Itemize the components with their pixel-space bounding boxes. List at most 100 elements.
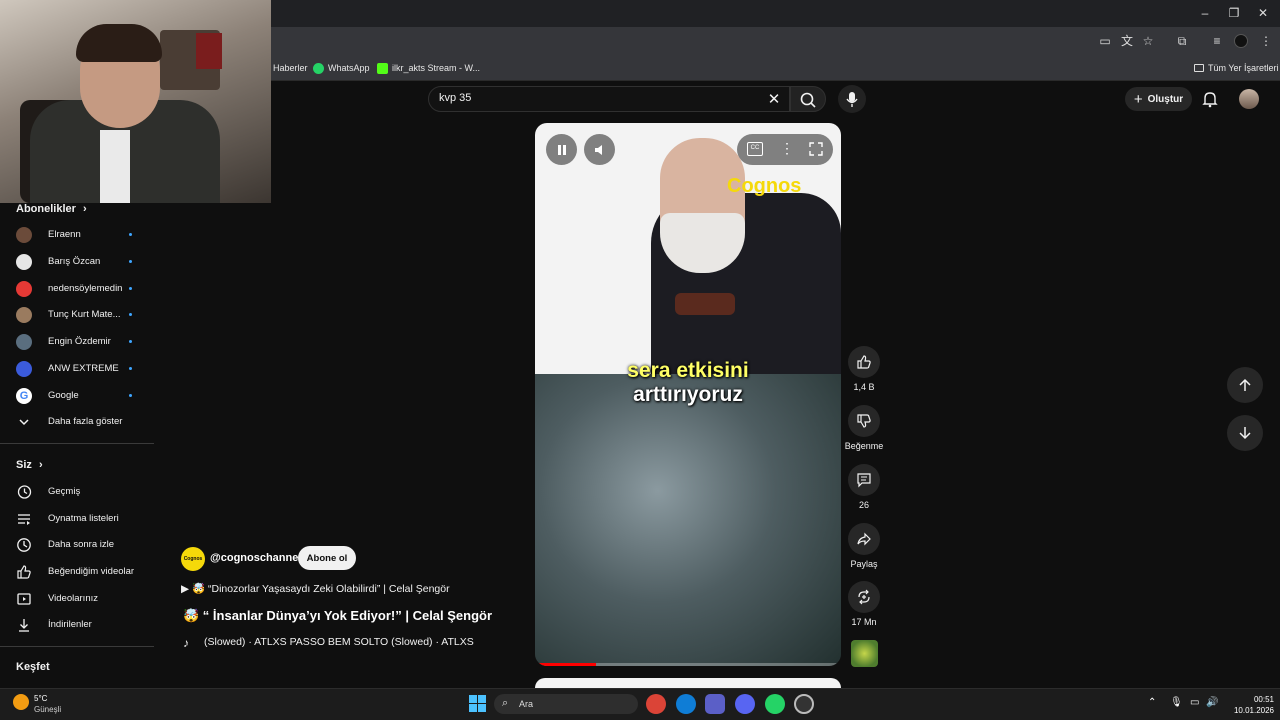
shorts-video-player[interactable]: Cognos CC ⋮ sera etkisini arttırıyoruz bbox=[535, 123, 841, 666]
close-window-icon[interactable]: ✕ bbox=[1256, 6, 1270, 20]
search-button[interactable] bbox=[790, 86, 826, 112]
sidebar-item-history[interactable]: Geçmiş bbox=[0, 480, 154, 504]
system-clock[interactable]: 00:51 10.01.2026 bbox=[1222, 694, 1274, 716]
bookmark-kick[interactable]: ilkr_akts Stream - W... bbox=[377, 61, 480, 75]
search-icon bbox=[800, 92, 816, 108]
translate-icon[interactable]: 文 bbox=[1120, 34, 1134, 48]
audio-thumbnail[interactable] bbox=[851, 640, 878, 667]
tray-chevron-icon[interactable]: ⌃ bbox=[1148, 697, 1156, 708]
video-progress-bar[interactable] bbox=[535, 663, 841, 666]
clear-search-icon[interactable]: ✕ bbox=[766, 90, 782, 108]
restore-icon[interactable]: ❐ bbox=[1227, 6, 1241, 20]
bookmark-haberler[interactable]: Haberler bbox=[273, 61, 308, 75]
profile-icon[interactable] bbox=[1234, 34, 1248, 48]
edge-icon[interactable] bbox=[676, 694, 696, 714]
clock-date: 10.01.2026 bbox=[1233, 706, 1274, 715]
taskbar-search-icon: ⌕ bbox=[502, 697, 509, 709]
sidebar-item-anw-extreme[interactable]: ANW EXTREME bbox=[0, 357, 154, 381]
volume-button[interactable] bbox=[584, 134, 615, 165]
sidebar-item-label: Elraenn bbox=[48, 229, 81, 240]
sidebar-item-label: İndirilenler bbox=[48, 619, 92, 630]
bookmark-label: Haberler bbox=[273, 63, 308, 73]
video-frame-bottom bbox=[535, 374, 841, 666]
create-button[interactable]: + Oluştur bbox=[1125, 87, 1192, 111]
app-icon[interactable] bbox=[794, 694, 814, 714]
thumbs-down-icon bbox=[857, 414, 871, 428]
arrow-down-icon bbox=[1239, 427, 1251, 440]
create-label: Oluştur bbox=[1147, 93, 1184, 105]
share-icon bbox=[857, 532, 871, 546]
teams-icon[interactable] bbox=[705, 694, 725, 714]
like-button[interactable] bbox=[848, 346, 880, 378]
sidebar-item-watch-later[interactable]: Daha sonra izle bbox=[0, 533, 154, 557]
sidebar-item-label: nedensöylemedin bbox=[48, 283, 123, 294]
discord-icon[interactable] bbox=[735, 694, 755, 714]
webcam-overlay bbox=[0, 0, 271, 203]
pause-button[interactable] bbox=[546, 134, 577, 165]
new-content-dot bbox=[129, 394, 132, 397]
sidebar-item-liked-videos[interactable]: Beğendiğim videolar bbox=[0, 560, 154, 584]
windows-start-icon[interactable] bbox=[469, 695, 486, 712]
channel-logo[interactable]: Cognos bbox=[181, 547, 205, 571]
sidebar-item-tunc-kurt[interactable]: Tunç Kurt Mate... bbox=[0, 303, 154, 327]
voice-search-button[interactable] bbox=[838, 85, 866, 113]
share-label: Paylaş bbox=[850, 559, 878, 569]
comment-icon bbox=[857, 473, 871, 488]
sidebar-item-playlists[interactable]: Oynatma listeleri bbox=[0, 507, 154, 531]
search-input[interactable] bbox=[428, 86, 790, 112]
chevron-down-icon bbox=[19, 419, 29, 426]
channel-handle[interactable]: @cognoschannel bbox=[210, 552, 301, 564]
extensions-icon[interactable]: ⧉ bbox=[1175, 34, 1189, 48]
playlist-link[interactable]: ▶ 🤯 “Dinozorlar Yaşasaydı Zeki Olabilird… bbox=[181, 582, 450, 595]
weather-icon[interactable] bbox=[13, 694, 29, 710]
notifications-button[interactable] bbox=[1200, 89, 1220, 109]
bookmark-star-icon[interactable]: ☆ bbox=[1141, 34, 1155, 48]
subscribe-button[interactable]: Abone ol bbox=[298, 546, 356, 570]
you-title: Siz bbox=[16, 459, 32, 471]
speaker-icon[interactable]: 🔊 bbox=[1206, 697, 1218, 708]
all-bookmarks-folder[interactable]: Tüm Yer İşaretleri bbox=[1194, 61, 1279, 75]
new-content-dot bbox=[129, 287, 132, 290]
account-avatar[interactable] bbox=[1239, 89, 1259, 109]
remix-count: 17 Mn bbox=[851, 617, 877, 627]
sidebar-item-downloads[interactable]: İndirilenler bbox=[0, 613, 154, 637]
comments-button[interactable] bbox=[848, 464, 880, 496]
microphone-icon bbox=[846, 92, 858, 107]
sidebar-divider bbox=[0, 646, 154, 647]
chrome-icon[interactable] bbox=[646, 694, 666, 714]
minimize-icon[interactable]: – bbox=[1198, 6, 1212, 20]
captions-icon[interactable]: CC bbox=[747, 142, 763, 156]
previous-short-button[interactable] bbox=[1227, 367, 1263, 403]
more-options-icon[interactable]: ⋮ bbox=[780, 140, 794, 157]
remix-button[interactable] bbox=[848, 581, 880, 613]
sidebar-item-your-videos[interactable]: Videolarınız bbox=[0, 587, 154, 611]
network-icon[interactable]: ▭ bbox=[1190, 697, 1199, 708]
dislike-button[interactable] bbox=[848, 405, 880, 437]
you-heading[interactable]: Siz › bbox=[16, 459, 43, 471]
whatsapp-app-icon[interactable] bbox=[765, 694, 785, 714]
taskbar-search[interactable] bbox=[494, 694, 638, 714]
media-control-icon[interactable]: ≡ bbox=[1210, 34, 1224, 48]
new-content-dot bbox=[129, 340, 132, 343]
sidebar-item-google[interactable]: G Google bbox=[0, 384, 154, 408]
bookmark-whatsapp[interactable]: WhatsApp bbox=[313, 61, 370, 75]
sidebar-item-nedensoylemedin[interactable]: nedensöylemedin bbox=[0, 277, 154, 301]
music-info[interactable]: (Slowed) · ATLXS PASSO BEM SOLTO (Slowed… bbox=[204, 636, 474, 648]
show-more-button[interactable]: Daha fazla göster bbox=[0, 410, 154, 434]
fullscreen-icon[interactable] bbox=[809, 142, 823, 156]
avatar bbox=[16, 281, 32, 297]
next-short-button[interactable] bbox=[1227, 415, 1263, 451]
subscriptions-heading[interactable]: Abonelikler › bbox=[16, 203, 87, 215]
bow-tie bbox=[675, 293, 735, 315]
microphone-tray-icon[interactable]: 🎙 bbox=[1170, 697, 1183, 708]
windows-taskbar bbox=[0, 688, 1280, 720]
cast-icon[interactable]: ▭ bbox=[1098, 34, 1112, 48]
menu-kebab-icon[interactable]: ⋮ bbox=[1259, 34, 1273, 48]
sidebar-item-engin-ozdemir[interactable]: Engin Özdemir bbox=[0, 330, 154, 354]
poster-decor bbox=[196, 33, 222, 69]
sidebar-item-elraenn[interactable]: Elraenn bbox=[0, 223, 154, 247]
arrow-up-icon bbox=[1239, 378, 1251, 391]
sidebar-item-baris-ozcan[interactable]: Barış Özcan bbox=[0, 250, 154, 274]
share-button[interactable] bbox=[848, 523, 880, 555]
caption-line-1: sera etkisini bbox=[627, 359, 749, 382]
